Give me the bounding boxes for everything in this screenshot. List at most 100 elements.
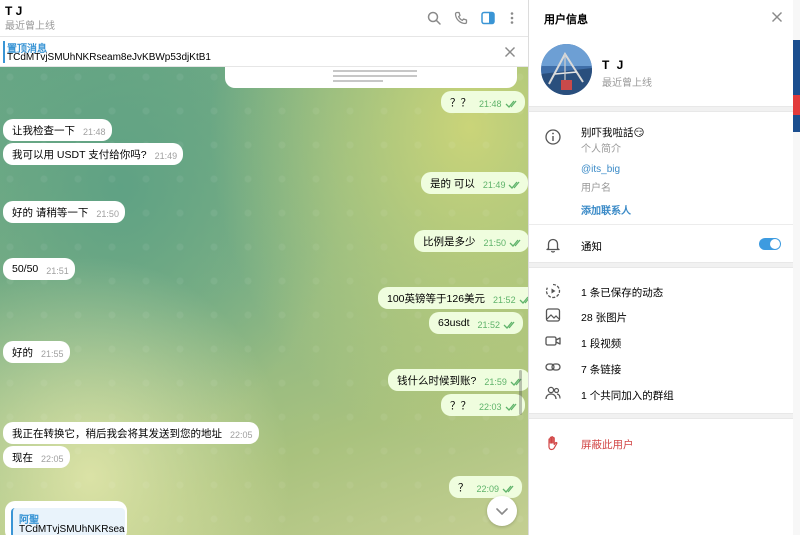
message-time: 22:05 — [230, 430, 253, 440]
message-time: 21:49 — [482, 180, 506, 190]
block-user-button[interactable]: 屏蔽此用户 — [581, 437, 634, 452]
phone-icon[interactable] — [452, 9, 470, 27]
background-window-accent — [793, 95, 800, 115]
chat-panel: T J 最近曾上线 置顶消息 TCdMTvjSMUhNKRseam8eJvKBW… — [0, 0, 528, 535]
chat-title[interactable]: T J — [5, 4, 22, 18]
notifications-toggle[interactable] — [759, 238, 781, 250]
message-time: 21:52 — [493, 295, 516, 305]
message-time: 21:50 — [96, 209, 119, 219]
section-divider — [529, 106, 794, 112]
username-text[interactable]: @its_big — [581, 164, 620, 175]
pinned-message-bar[interactable]: 置顶消息 TCdMTvjSMUhNKRseam8eJvKBWp53djKtB1 — [0, 37, 528, 67]
message-time: 22:09 — [476, 484, 500, 494]
message-text: 是的 可以 — [430, 177, 475, 190]
message-bubble[interactable]: ？ 22:09 — [449, 476, 523, 498]
pinned-text: TCdMTvjSMUhNKRseam8eJvKBWp53djKtB1 — [7, 52, 211, 63]
message-text: 50/50 — [12, 263, 39, 275]
message-bubble[interactable]: 63usdt 21:52 — [429, 312, 524, 334]
message-bubble[interactable]: 现在 22:05 — [3, 446, 70, 468]
reply-message-bubble[interactable]: 阿聖 TCdMTvjSMUhNKRsea... — [5, 501, 127, 535]
message-time: 21:59 — [484, 377, 507, 387]
message-text: 63usdt — [438, 317, 470, 329]
message-text: 钱什么时候到账? — [397, 374, 477, 387]
message-time: 22:03 — [479, 402, 502, 412]
close-icon[interactable] — [502, 44, 518, 60]
message-bubble[interactable]: 比例是多少 21:50 — [414, 230, 528, 252]
message-bubble[interactable]: 让我检查一下 21:48 — [3, 119, 112, 141]
document-lines — [333, 65, 417, 85]
more-icon[interactable] — [503, 9, 521, 27]
double-check-icon — [509, 239, 521, 247]
search-icon[interactable] — [425, 9, 443, 27]
chat-scrollbar[interactable] — [519, 370, 522, 415]
message-bubble[interactable]: 好的 21:55 — [3, 341, 70, 363]
double-check-icon — [508, 181, 520, 189]
close-icon[interactable] — [769, 9, 785, 25]
message-time: 22:05 — [41, 454, 64, 464]
media-item-videos[interactable]: 1 段视频 — [581, 336, 621, 351]
message-time: 21:55 — [41, 349, 64, 359]
profile-status: 最近曾上线 — [602, 78, 652, 89]
media-item-links[interactable]: 7 条链接 — [581, 362, 621, 377]
double-check-icon — [502, 485, 514, 493]
message-bubble[interactable]: 钱什么时候到账? 21:59 — [388, 369, 528, 391]
bio-text[interactable]: 别吓我啦話😏 — [581, 125, 644, 140]
block-hand-icon — [548, 436, 558, 451]
message-text: ？？ — [450, 96, 471, 109]
message-time: 21:50 — [483, 238, 507, 248]
message-bubble[interactable]: 50/50 21:51 — [3, 258, 75, 280]
window-edge — [793, 0, 800, 535]
pinned-accent-bar — [3, 41, 5, 63]
avatar[interactable] — [541, 44, 592, 95]
reply-quote[interactable]: 阿聖 TCdMTvjSMUhNKRsea... — [11, 508, 125, 535]
message-bubble[interactable]: 100英镑等于126美元 21:52 — [378, 287, 528, 309]
add-contact-button[interactable]: 添加联系人 — [581, 202, 631, 217]
message-text: 我可以用 USDT 支付给你吗? — [12, 148, 147, 161]
message-bubble[interactable]: 我可以用 USDT 支付给你吗? 21:49 — [3, 143, 184, 165]
reply-text: TCdMTvjSMUhNKRsea... — [19, 524, 125, 535]
message-text: 现在 — [12, 451, 33, 464]
message-bubble[interactable]: ？？ 22:03 — [441, 394, 525, 416]
sidebar-toggle-icon[interactable] — [479, 9, 497, 27]
username-label: 用户名 — [581, 183, 611, 194]
message-time: 21:52 — [477, 320, 501, 330]
message-bubble[interactable]: 好的 请稍等一下 21:50 — [3, 201, 125, 223]
stories-icon — [545, 283, 561, 299]
message-time: 21:51 — [46, 266, 69, 276]
profile-name: T J — [602, 58, 626, 72]
info-icon — [545, 129, 561, 145]
chevron-down-icon — [496, 508, 508, 515]
message-bubble[interactable]: 是的 可以 21:49 — [421, 172, 528, 194]
double-check-icon — [519, 296, 528, 304]
section-divider — [529, 413, 794, 419]
bio-label: 个人简介 — [581, 144, 621, 155]
message-text: 我正在转换它，稍后我会将其发送到您的地址 — [12, 427, 222, 440]
message-time: 21:48 — [83, 127, 106, 137]
notifications-label: 通知 — [581, 241, 602, 253]
media-item-stories[interactable]: 1 条已保存的动态 — [581, 285, 663, 300]
double-check-icon — [505, 403, 517, 411]
message-text: 100英镑等于126美元 — [387, 292, 486, 305]
photo-icon — [545, 308, 561, 322]
bell-icon — [546, 238, 560, 253]
media-item-photos[interactable]: 28 张图片 — [581, 310, 627, 325]
message-text: 让我检查一下 — [12, 124, 75, 137]
row-divider — [529, 224, 794, 225]
message-bubble[interactable]: ？？ 21:48 — [441, 91, 525, 113]
media-item-groups[interactable]: 1 个共同加入的群组 — [581, 388, 674, 403]
panel-title: 用户信息 — [544, 14, 588, 26]
double-check-icon — [503, 321, 515, 329]
message-text: ？ — [458, 481, 469, 494]
section-divider — [529, 262, 794, 268]
link-icon — [545, 363, 561, 371]
video-icon — [545, 336, 561, 346]
chat-header: T J 最近曾上线 — [0, 0, 528, 37]
scroll-down-button[interactable] — [487, 496, 517, 526]
user-info-panel: 用户信息 T J 最近曾上线 别吓我啦話😏 个人简介 @its_big 用户名 … — [528, 0, 794, 535]
message-text: ？？ — [450, 399, 471, 412]
chat-status: 最近曾上线 — [5, 21, 55, 32]
message-bubble[interactable]: 我正在转换它，稍后我会将其发送到您的地址 22:05 — [3, 422, 259, 444]
message-time: 21:49 — [154, 151, 178, 161]
message-text: 比例是多少 — [423, 235, 476, 248]
message-time: 21:48 — [479, 99, 502, 109]
